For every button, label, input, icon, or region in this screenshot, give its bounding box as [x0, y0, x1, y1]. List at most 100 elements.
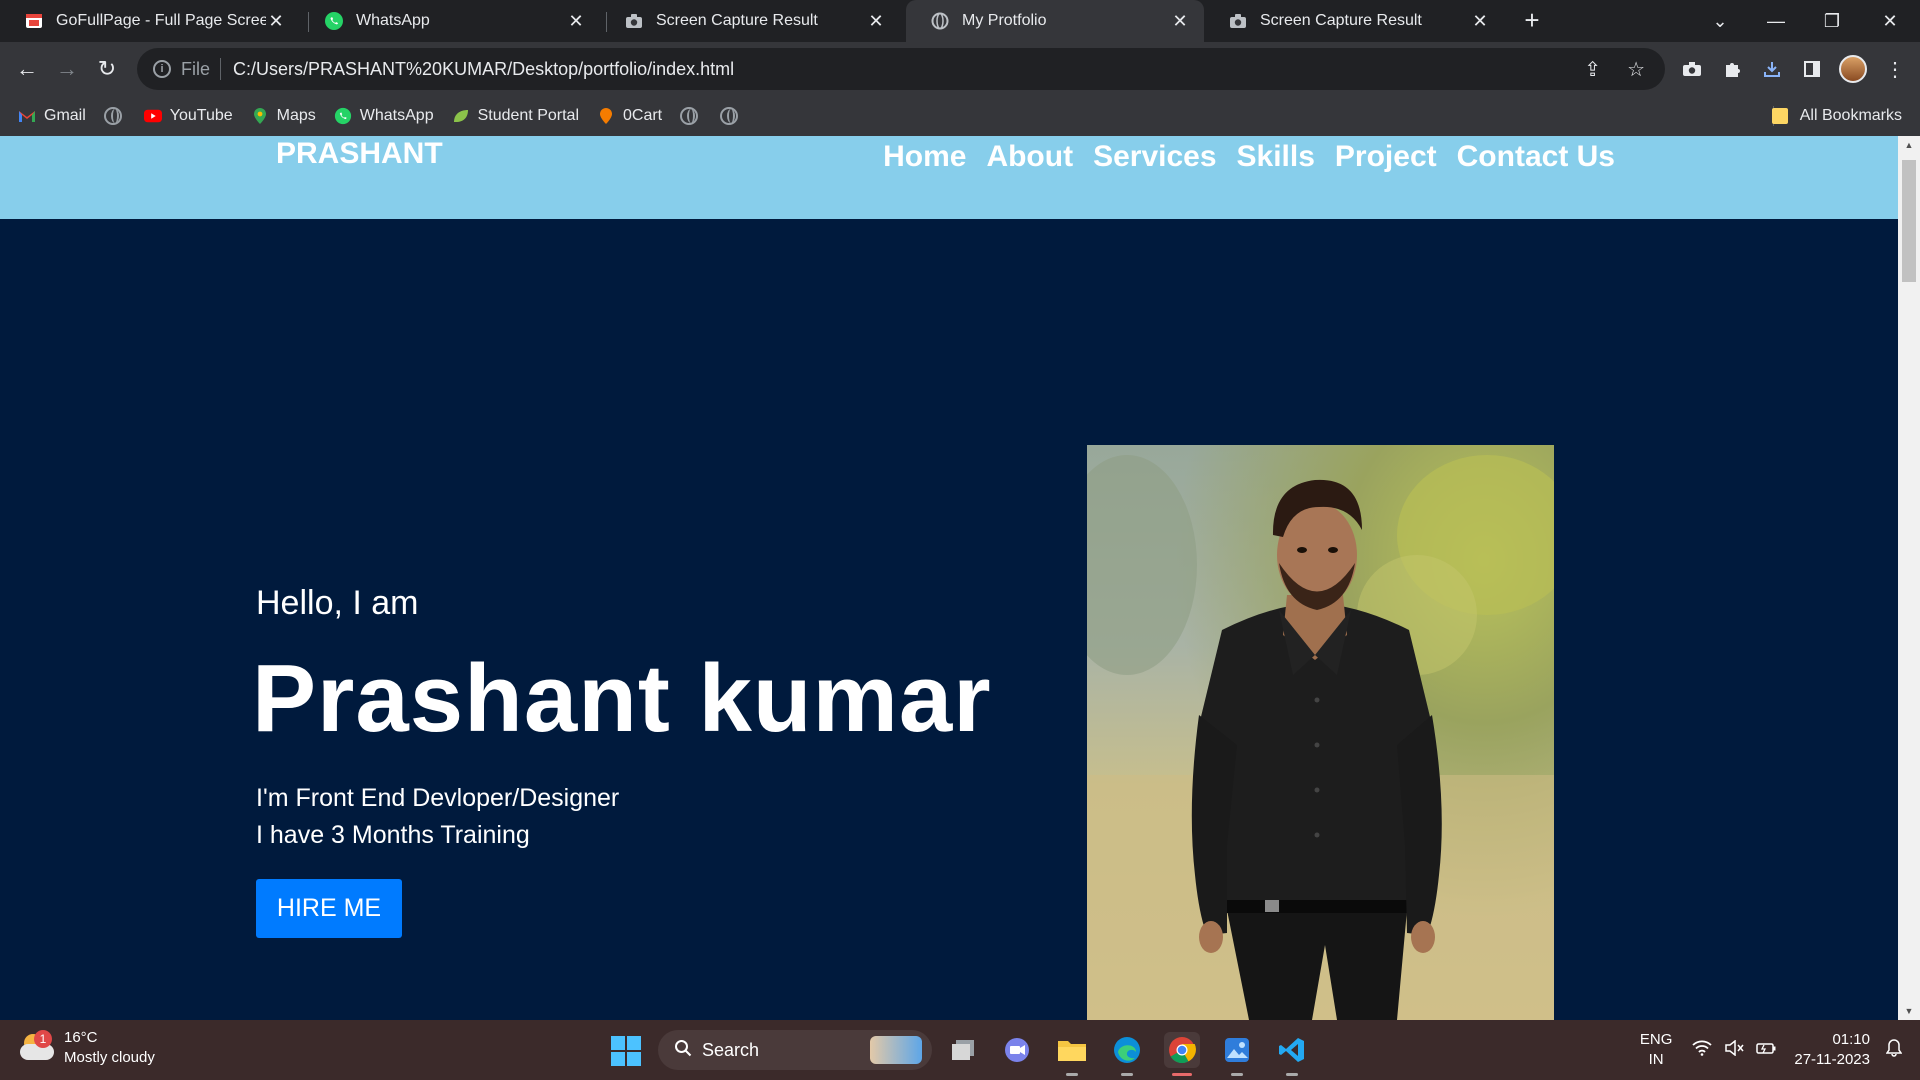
folder-icon — [1771, 108, 1788, 124]
teams-chat-icon[interactable] — [999, 1032, 1035, 1068]
globe-icon[interactable] — [680, 107, 699, 125]
tab-search-chevron-icon[interactable]: ⌄ — [1692, 0, 1748, 42]
page-scrollbar[interactable]: ▲ ▼ — [1898, 136, 1920, 1020]
extensions-puzzle-icon[interactable] — [1717, 54, 1747, 84]
hire-me-button[interactable]: HIRE ME — [256, 879, 402, 938]
chrome-browser-icon[interactable] — [1164, 1032, 1200, 1076]
taskbar-search[interactable]: Search — [658, 1030, 932, 1070]
tab-close-icon[interactable]: ✕ — [1170, 11, 1190, 32]
hero-role-line: I'm Front End Devloper/Designer — [256, 784, 620, 812]
gmail-icon — [18, 107, 36, 125]
tab-screen-capture-2[interactable]: Screen Capture Result ✕ — [1204, 0, 1504, 42]
profile-avatar[interactable] — [1839, 55, 1867, 83]
browser-menu-icon[interactable]: ⋮ — [1880, 54, 1910, 84]
bookmark-student-portal[interactable]: Student Portal — [452, 107, 579, 125]
language-indicator[interactable]: ENG IN — [1640, 1030, 1673, 1070]
site-logo[interactable]: PRASHANT — [276, 137, 443, 171]
site-nav: Home About Services Skills Project Conta… — [883, 140, 1615, 174]
wifi-icon[interactable] — [1692, 1040, 1712, 1061]
bookmark-maps[interactable]: Maps — [251, 107, 316, 125]
camera-icon — [1228, 11, 1248, 31]
nav-contact-link[interactable]: Contact Us — [1457, 140, 1615, 174]
hero-role: I'm Front End Devloper/Designer I have 3… — [256, 780, 619, 854]
youtube-icon — [143, 107, 162, 125]
new-tab-button[interactable]: + — [1519, 7, 1545, 34]
address-bar[interactable]: i File C:/Users/PRASHANT%20KUMAR/Desktop… — [137, 48, 1665, 90]
nav-about-link[interactable]: About — [986, 140, 1073, 174]
bookmarks-bar: Gmail YouTube Maps WhatsApp Student Port… — [0, 96, 1920, 136]
whatsapp-icon — [334, 107, 352, 125]
maps-icon — [251, 107, 269, 125]
windows-start-icon[interactable] — [611, 1036, 641, 1066]
tab-my-portfolio[interactable]: My Protfolio ✕ — [906, 0, 1204, 42]
tab-gofullpage[interactable]: GoFullPage - Full Page Screen Ca ✕ — [0, 0, 300, 42]
search-highlight-image — [870, 1036, 922, 1064]
close-window-button[interactable]: ✕ — [1862, 0, 1918, 42]
windows-taskbar: 1 16°C Mostly cloudy Search ENG IN 01:10… — [0, 1020, 1920, 1080]
tab-strip: GoFullPage - Full Page Screen Ca ✕ Whats… — [0, 0, 1920, 42]
hero-training-line: I have 3 Months Training — [256, 821, 530, 849]
search-placeholder: Search — [702, 1039, 760, 1060]
nav-skills-link[interactable]: Skills — [1237, 140, 1315, 174]
tab-close-icon[interactable]: ✕ — [566, 11, 586, 32]
search-icon — [674, 1039, 692, 1062]
edge-browser-icon[interactable] — [1109, 1032, 1145, 1076]
tab-screen-capture-1[interactable]: Screen Capture Result ✕ — [600, 0, 900, 42]
download-icon[interactable] — [1757, 54, 1787, 84]
scroll-up-arrow-icon[interactable]: ▲ — [1898, 136, 1920, 154]
profile-photo — [1087, 445, 1554, 1020]
screenshot-extension-icon[interactable] — [1677, 54, 1707, 84]
bookmark-star-icon[interactable]: ☆ — [1627, 57, 1645, 82]
site-info-icon[interactable]: i — [153, 60, 171, 78]
all-bookmarks-button[interactable]: All Bookmarks — [1771, 96, 1902, 136]
file-explorer-icon[interactable] — [1054, 1032, 1090, 1076]
page-viewport: PRASHANT Home About Services Skills Proj… — [0, 136, 1898, 1020]
weather-condition: Mostly cloudy — [64, 1049, 155, 1066]
nav-home-link[interactable]: Home — [883, 140, 966, 174]
clock-date: 27-11-2023 — [1794, 1051, 1870, 1068]
globe-icon — [930, 11, 950, 31]
tab-whatsapp[interactable]: WhatsApp ✕ — [300, 0, 600, 42]
photos-app-icon[interactable] — [1219, 1032, 1255, 1076]
tab-close-icon[interactable]: ✕ — [266, 11, 286, 32]
scrollbar-thumb[interactable] — [1902, 160, 1916, 282]
weather-widget[interactable]: 1 16°C Mostly cloudy — [20, 1028, 155, 1068]
task-view-icon[interactable] — [945, 1032, 981, 1068]
browser-toolbar: ← → ↻ i File C:/Users/PRASHANT%20KUMAR/D… — [0, 42, 1920, 96]
share-icon[interactable]: ⇪ — [1584, 57, 1601, 82]
back-arrow-icon[interactable]: ← — [11, 53, 43, 85]
volume-muted-icon[interactable] — [1724, 1038, 1744, 1061]
nav-project-link[interactable]: Project — [1335, 140, 1437, 174]
globe-icon[interactable] — [720, 107, 739, 125]
notification-bell-icon[interactable] — [1885, 1038, 1903, 1062]
minimize-button[interactable]: — — [1748, 0, 1804, 42]
weather-cloud-icon: 1 — [20, 1030, 54, 1062]
hero-name: Prashant kumar — [252, 645, 992, 752]
whatsapp-icon — [324, 11, 344, 31]
weather-temp: 16°C — [64, 1029, 98, 1046]
clock-time: 01:10 — [1832, 1031, 1870, 1048]
hero-section: Hello, I am Prashant kumar I'm Front End… — [0, 219, 1898, 1020]
system-tray: ENG IN 01:10 27-11-2023 — [1640, 1020, 1920, 1080]
bookmark-0cart[interactable]: 0Cart — [597, 107, 662, 125]
vscode-icon[interactable] — [1274, 1032, 1310, 1076]
forward-arrow-icon[interactable]: → — [51, 53, 83, 85]
reload-icon[interactable]: ↻ — [91, 53, 123, 85]
globe-icon[interactable] — [103, 107, 122, 125]
battery-icon[interactable] — [1756, 1040, 1776, 1061]
address-scheme: File — [181, 58, 211, 79]
system-clock[interactable]: 01:10 27-11-2023 — [1794, 1030, 1870, 1070]
bookmark-whatsapp[interactable]: WhatsApp — [334, 107, 434, 125]
bookmark-youtube[interactable]: YouTube — [143, 107, 233, 125]
side-panel-icon[interactable] — [1797, 54, 1827, 84]
site-header: PRASHANT Home About Services Skills Proj… — [0, 136, 1898, 219]
nav-services-link[interactable]: Services — [1093, 140, 1216, 174]
address-url[interactable]: C:/Users/PRASHANT%20KUMAR/Desktop/portfo… — [233, 59, 734, 80]
leaf-icon — [452, 107, 470, 125]
tab-close-icon[interactable]: ✕ — [1470, 11, 1490, 32]
scroll-down-arrow-icon[interactable]: ▼ — [1898, 1002, 1920, 1020]
bookmark-gmail[interactable]: Gmail — [18, 107, 86, 125]
tab-close-icon[interactable]: ✕ — [866, 11, 886, 32]
restore-button[interactable]: ❐ — [1804, 0, 1860, 42]
camera-icon — [624, 11, 644, 31]
